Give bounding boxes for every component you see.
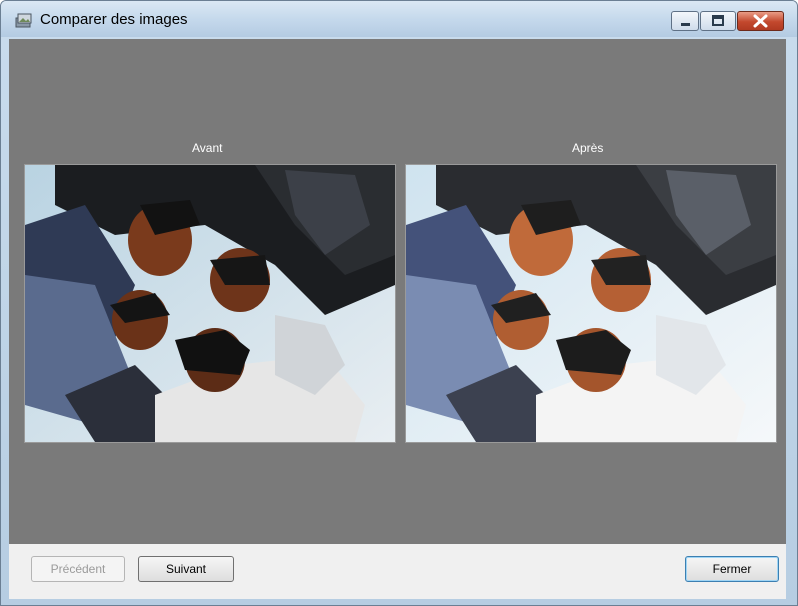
- before-image: [24, 164, 396, 443]
- close-button[interactable]: Fermer: [685, 556, 779, 582]
- close-icon: [753, 14, 768, 28]
- app-image-icon: [15, 13, 32, 28]
- button-bar: Précédent Suivant Fermer: [9, 544, 786, 599]
- group-photo-before: [25, 165, 395, 442]
- close-window-button[interactable]: [737, 11, 784, 31]
- compare-images-window: Comparer des images Avant Après Précéden…: [0, 0, 798, 606]
- before-label: Avant: [192, 141, 223, 155]
- after-image: [405, 164, 777, 443]
- minimize-button[interactable]: [671, 11, 699, 31]
- comparison-area: Avant Après: [9, 39, 786, 544]
- maximize-icon: [712, 15, 724, 26]
- group-photo-after: [406, 165, 776, 442]
- window-title: Comparer des images: [40, 11, 188, 28]
- next-button[interactable]: Suivant: [138, 556, 234, 582]
- title-bar[interactable]: Comparer des images: [1, 1, 797, 37]
- previous-button[interactable]: Précédent: [31, 556, 125, 582]
- after-label: Après: [572, 141, 604, 155]
- maximize-button[interactable]: [700, 11, 736, 31]
- minimize-icon: [681, 23, 690, 26]
